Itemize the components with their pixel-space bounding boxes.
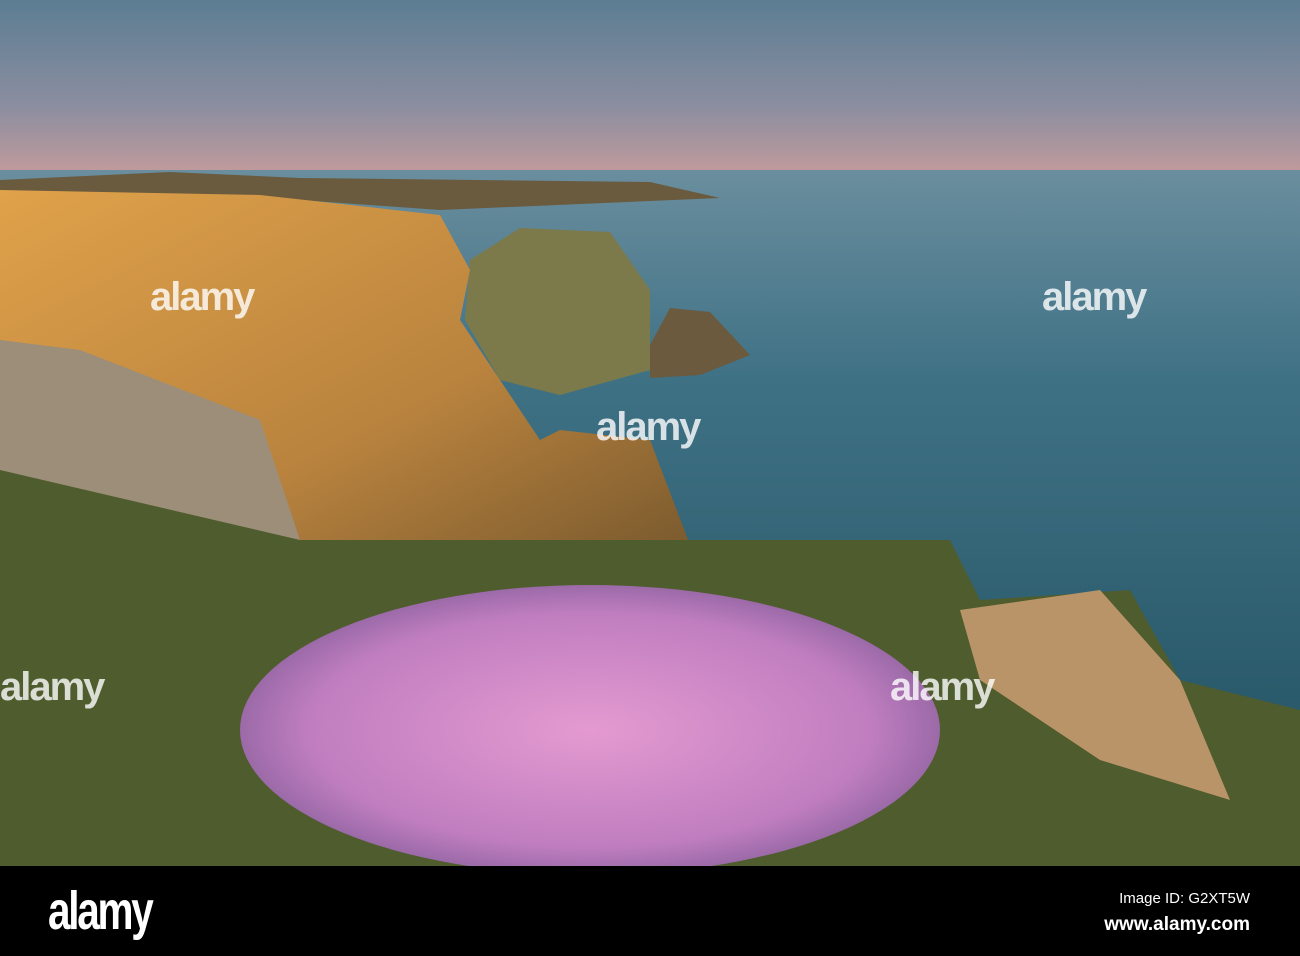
image-id: Image ID: G2XT5W <box>1119 890 1250 907</box>
site-url: www.alamy.com <box>1104 914 1250 935</box>
watermark: alamy <box>0 665 105 709</box>
watermark: alamy <box>1042 275 1147 319</box>
watermark: alamy <box>596 405 701 449</box>
footer-bar: alamy Image ID: G2XT5W www.alamy.com <box>0 866 1300 956</box>
watermark: alamy <box>890 665 995 709</box>
thrift-flower-clump <box>240 585 940 866</box>
stock-photo: alamy alamy alamy alamy alamy alamy Imag… <box>0 0 1300 956</box>
sky <box>0 0 1300 180</box>
watermark: alamy <box>150 275 255 319</box>
alamy-logo: alamy <box>48 881 154 941</box>
